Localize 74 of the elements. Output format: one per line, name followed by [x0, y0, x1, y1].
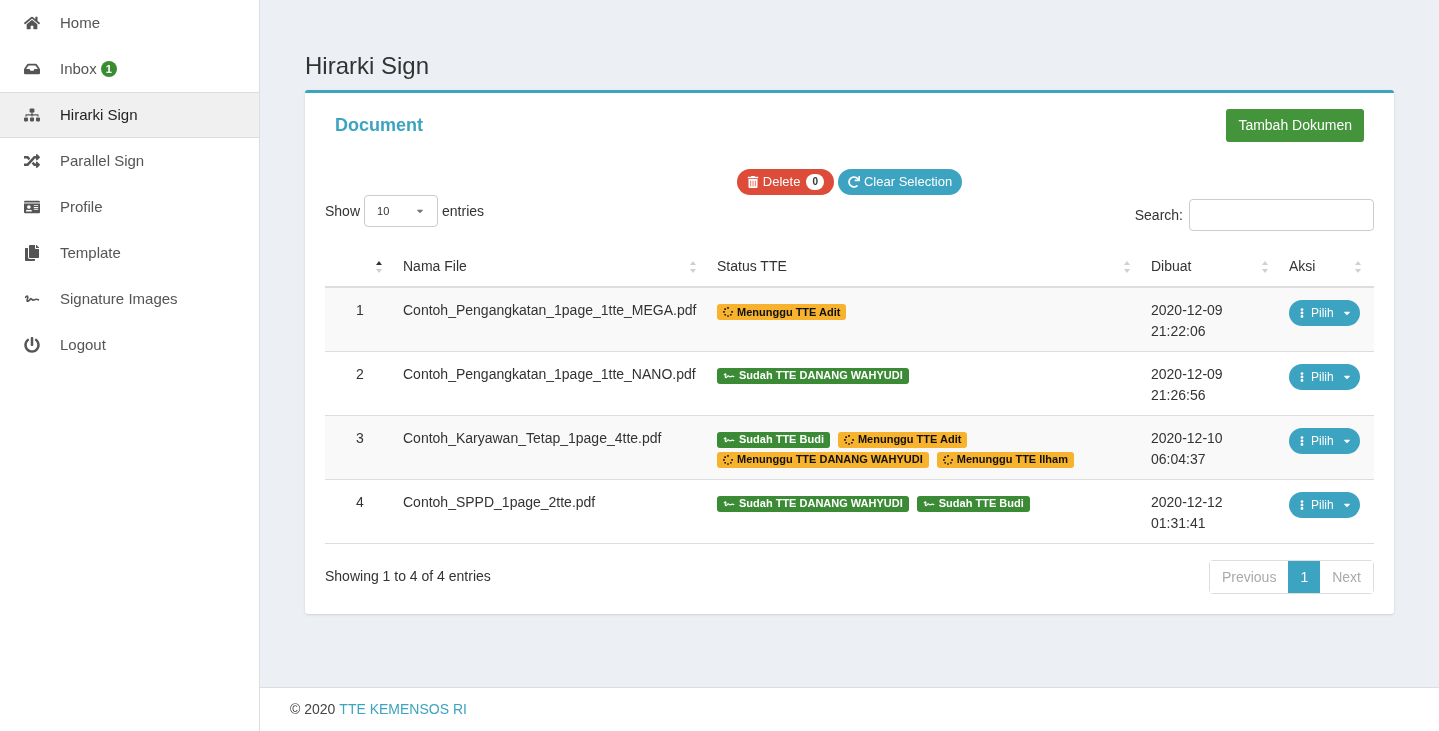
sidebar-item[interactable]: Template [0, 230, 259, 276]
count-badge: 0 [806, 174, 824, 190]
sidebar-label: Signature Images [60, 288, 178, 309]
time-text: 21:22:06 [1151, 322, 1207, 341]
time-text: 06:04:37 [1151, 449, 1207, 469]
entries-label: entries [442, 201, 485, 221]
spinner-icon [843, 434, 854, 445]
refresh-icon [848, 176, 860, 188]
row-number: 1 [356, 302, 364, 318]
search-label: Search: [1134, 205, 1183, 225]
file-name: Contoh_Pengangkatan_1page_1tte_MEGA.pdf [403, 302, 697, 318]
column-header[interactable]: Status TTE [709, 256, 787, 277]
delete-button[interactable]: Delete 0 [736, 169, 834, 195]
status-badge: Menunggu TTE Ilham [936, 451, 1074, 468]
spinner-icon [723, 454, 733, 465]
row-number: 2 [356, 365, 364, 382]
file-name: Contoh_SPPD_1page_2tte.pdf [403, 493, 596, 510]
signature-icon [723, 498, 735, 509]
column-header[interactable]: Dibuat [1143, 256, 1192, 277]
spinner-icon [723, 307, 733, 317]
entries-select[interactable]: 10 [364, 195, 439, 227]
signature-icon [922, 498, 935, 509]
inbox-icon [24, 61, 40, 77]
row-number: 4 [356, 493, 364, 510]
status-badge: Menunggu TTE Adit [837, 431, 968, 448]
shuffle-icon [24, 153, 40, 169]
sidebar-item[interactable]: Parallel Sign [0, 138, 259, 184]
row-number: 3 [356, 429, 364, 446]
column-header[interactable]: Nama File [395, 256, 467, 277]
home-icon [24, 15, 40, 31]
sidebar-item[interactable]: Logout [0, 322, 259, 368]
date-text: 2020-12-12 [1151, 492, 1224, 512]
sidebar-item[interactable]: Home [0, 0, 259, 46]
sidebar-label: Inbox [60, 58, 97, 79]
count-badge: 1 [100, 61, 117, 77]
sidebar-item[interactable]: Inbox 1 [0, 46, 259, 92]
sidebar-label: Profile [60, 196, 103, 217]
hierarchy-icon [24, 107, 40, 123]
date-text: 2020-12-09 [1151, 364, 1224, 384]
show-label: Show [325, 201, 361, 221]
sidebar-label: Hirarki Sign [60, 104, 138, 125]
status-badge: Sudah TTE DANANG WAHYUDI [717, 367, 909, 384]
add-document-button[interactable]: Tambah Dokumen [1226, 108, 1364, 142]
power-icon [24, 337, 40, 353]
copyright-text: © 2020 [290, 700, 336, 719]
status-badge: Sudah TTE DANANG WAHYUDI [717, 495, 909, 512]
signature-icon [723, 434, 735, 445]
search-field[interactable] [1189, 199, 1374, 231]
status-badge: Menunggu TTE DANANG WAHYUDI [717, 451, 929, 468]
signature-icon [723, 370, 735, 381]
entries-info: Showing 1 to 4 of 4 entries [325, 567, 491, 586]
sidebar-label: Home [60, 12, 100, 33]
card-title: Document [335, 113, 423, 137]
status-badge: Sudah TTE Budi [717, 431, 830, 448]
sidebar-label: Parallel Sign [60, 150, 145, 171]
sidebar-item[interactable]: Hirarki Sign [0, 92, 259, 138]
column-header[interactable]: Aksi [1281, 256, 1316, 277]
documents-icon [24, 245, 40, 261]
file-name: Contoh_Karyawan_Tetap_1page_4tte.pdf [403, 429, 662, 446]
time-text: 21:26:56 [1151, 385, 1207, 405]
date-text: 2020-12-10 [1151, 428, 1224, 448]
page-title: Hirarki Sign [305, 51, 431, 81]
sidebar-item[interactable]: Signature Images [0, 276, 259, 322]
file-name: Contoh_Pengangkatan_1page_1tte_NANO.pdf [403, 365, 696, 382]
trash-icon [746, 176, 759, 188]
status-badge: Menunggu TTE Adit [717, 304, 847, 320]
id-card-icon [24, 199, 40, 215]
sidebar-item[interactable]: Profile [0, 184, 259, 230]
date-text: 2020-12-09 [1151, 301, 1224, 320]
sidebar-label: Logout [60, 334, 106, 355]
sidebar-label: Template [60, 242, 121, 263]
spinner-icon [942, 454, 953, 465]
time-text: 01:31:41 [1151, 513, 1207, 533]
status-badge: Sudah TTE Budi [916, 495, 1030, 512]
